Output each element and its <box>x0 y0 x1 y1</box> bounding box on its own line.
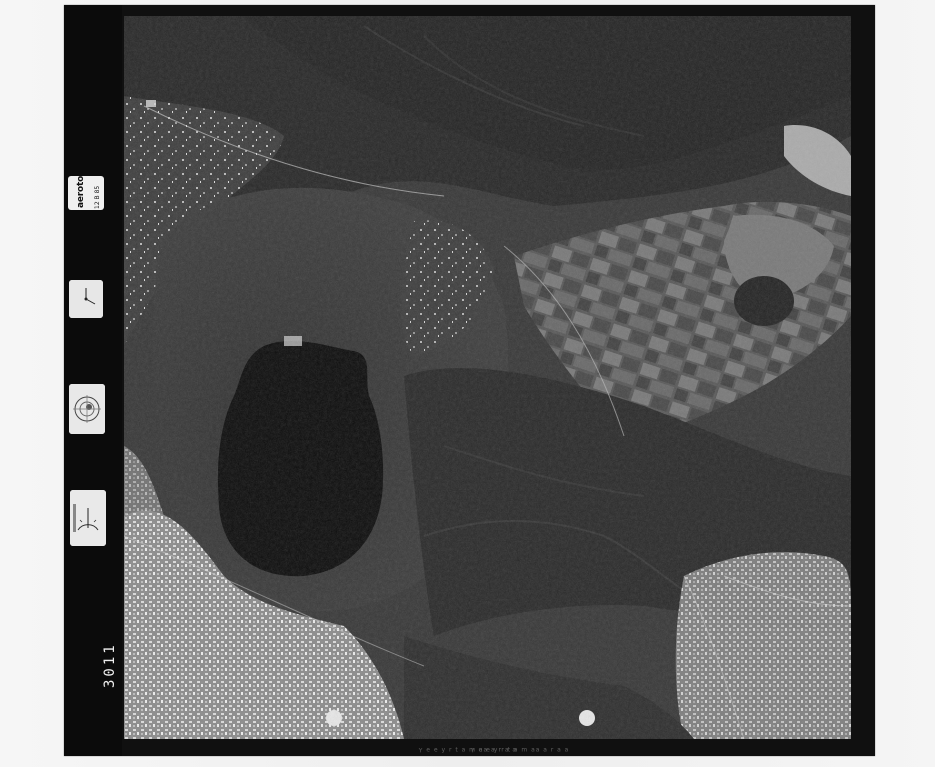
label-brand-text: aerotop <box>76 176 86 208</box>
spirit-level-icon <box>69 384 105 434</box>
clock-icon <box>69 280 103 318</box>
clock-dial <box>69 280 103 318</box>
aerotop-label-card: aerotop 12 B 85 <box>68 176 104 210</box>
film-edge-code-left: ɐ ɐ ɹ ɐ ɐɐ ɯ ɐ ʇ ɹ ʎ ǝ ǝ ⅄ <box>417 746 516 753</box>
film-edge-code-right: ɐ ɐ ɹ ɐ ɐɐ ɯ ɐ ʇ ɹ ʎ ǝ ǝ ⅄ <box>470 746 569 753</box>
altimeter-icon <box>70 490 106 546</box>
frame-number: 3011 <box>102 642 118 688</box>
aerial-photograph <box>124 16 851 739</box>
aerial-terrain-illustration <box>124 16 851 739</box>
level-dial <box>69 384 105 434</box>
aerial-photo-stage: aerotop 12 B 85 3011 ɐ ɐ ɹ ɐ ɐɐ ɯ ɐ ʇ ɹ … <box>0 0 935 767</box>
altimeter-dial <box>70 490 106 546</box>
label-sub-text: 12 B 85 <box>94 185 101 209</box>
